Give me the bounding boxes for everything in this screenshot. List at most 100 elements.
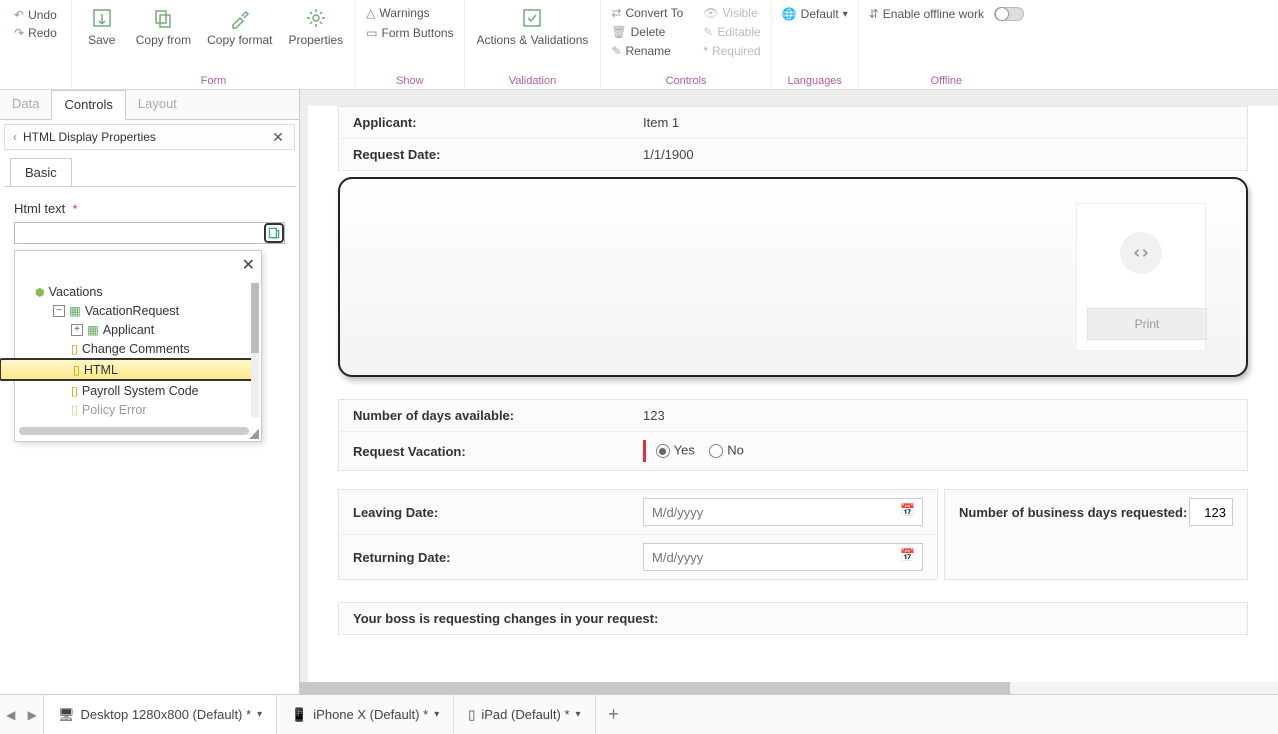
tree-node-vacations[interactable]: ⬢ Vacations (19, 283, 259, 301)
returning-date-label: Returning Date: (353, 550, 643, 565)
tree-node-vacationrequest[interactable]: −▦VacationRequest (19, 301, 259, 320)
calendar-icon[interactable]: 📅 (900, 503, 915, 517)
popup-close-button[interactable]: ✕ (15, 251, 261, 279)
monitor-icon: 🖥 (58, 707, 75, 723)
copy-format-button[interactable]: Copy format (203, 3, 276, 49)
device-tab-iphone[interactable]: 📱 iPhone X (Default) * ▾ (277, 695, 454, 734)
enable-offline-label: Enable offline work (883, 7, 984, 21)
returning-date-input[interactable] (643, 543, 923, 571)
ribbon-group-controls: Controls (609, 73, 762, 87)
data-picker-popup: ✕ ⬢ Vacations −▦VacationRequest +▦Applica… (14, 250, 262, 442)
business-days-input[interactable] (1189, 498, 1233, 526)
device-tab-ipad[interactable]: ▯ iPad (Default) * ▾ (454, 695, 595, 734)
tree-node-html[interactable]: ▯ HTML (0, 358, 259, 381)
device-tab-desktop[interactable]: 🖥 Desktop 1280x800 (Default) * ▾ (44, 695, 277, 734)
editable-label: Editable (717, 25, 760, 39)
ribbon-group-offline: Offline (867, 73, 1026, 87)
chevron-down-icon[interactable]: ▾ (257, 709, 262, 720)
properties-button[interactable]: Properties (284, 3, 347, 49)
redo-label: Redo (28, 26, 57, 40)
visible-button[interactable]: 👁Visible (701, 5, 762, 21)
close-panel-button[interactable]: ✕ (270, 129, 286, 145)
tree-node-payroll[interactable]: ▯Payroll System Code (19, 381, 259, 400)
required-indicator: * (73, 202, 78, 216)
print-button[interactable]: Print (1087, 308, 1207, 340)
days-available-label: Number of days available: (353, 408, 643, 423)
code-icon (1120, 232, 1162, 274)
html-text-input[interactable] (14, 222, 285, 244)
tree-node-applicant[interactable]: +▦Applicant (19, 320, 259, 339)
delete-button[interactable]: 🗑Delete (609, 24, 685, 40)
eye-icon: 👁 (703, 6, 718, 20)
entity-icon: ⬢ (35, 286, 45, 299)
radio-no[interactable] (709, 444, 723, 458)
tree-vscrollbar[interactable] (251, 283, 259, 417)
chevron-down-icon[interactable]: ▾ (576, 709, 581, 720)
copy-format-label: Copy format (207, 33, 272, 47)
copy-from-icon (150, 5, 176, 31)
save-button[interactable]: Save (80, 3, 124, 49)
tree-hscrollbar[interactable] (19, 427, 249, 435)
tab-nav-left[interactable]: ◀ (0, 695, 22, 734)
rename-icon: ✎ (611, 44, 621, 58)
convert-to-button[interactable]: ⇄Convert To (609, 5, 685, 21)
tree-label: VacationRequest (85, 304, 179, 318)
tab-controls[interactable]: Controls (51, 90, 125, 120)
copy-from-label: Copy from (136, 33, 191, 47)
editable-button[interactable]: ✎Editable (701, 24, 762, 40)
required-label: Required (712, 44, 761, 58)
boss-message-label: Your boss is requesting changes in your … (353, 611, 658, 626)
html-display-widget[interactable]: Print (338, 177, 1248, 377)
resize-handle[interactable] (249, 429, 259, 439)
convert-label: Convert To (625, 6, 683, 20)
ribbon: ↶ Undo ↷ Redo Save Copy from Copy format (0, 0, 1278, 90)
tree-label: HTML (84, 363, 118, 377)
add-device-tab[interactable]: + (596, 704, 632, 725)
actions-validations-label: Actions & Validations (477, 33, 589, 47)
offline-toggle[interactable] (994, 7, 1024, 21)
calendar-icon[interactable]: 📅 (900, 548, 915, 562)
device-tab-bar: ◀ ▶ 🖥 Desktop 1280x800 (Default) * ▾ 📱 i… (0, 694, 1278, 734)
check-icon (519, 5, 545, 31)
data-picker-button[interactable] (264, 223, 284, 243)
required-button[interactable]: *Required (701, 43, 762, 59)
copy-from-button[interactable]: Copy from (132, 3, 195, 49)
language-button[interactable]: 🌐 Default ▾ (780, 3, 850, 22)
save-icon (89, 5, 115, 31)
leaving-date-input[interactable] (643, 498, 923, 526)
attr-icon: ▯ (71, 402, 78, 417)
chevron-down-icon[interactable]: ▾ (434, 709, 439, 720)
radio-yes[interactable] (656, 444, 670, 458)
tab-layout[interactable]: Layout (126, 90, 189, 119)
redo-button[interactable]: ↷ Redo (12, 25, 59, 41)
tree-label: Vacations (49, 285, 103, 299)
attr-icon: ▯ (73, 362, 80, 377)
canvas-hscrollbar[interactable] (300, 682, 1278, 694)
actions-validations-button[interactable]: Actions & Validations (473, 3, 593, 49)
tab-data[interactable]: Data (0, 90, 51, 119)
tree-label: Payroll System Code (82, 384, 199, 398)
ribbon-group-validation: Validation (473, 73, 593, 87)
ribbon-group-languages: Languages (780, 73, 850, 87)
tree-node-change-comments[interactable]: ▯Change Comments (19, 339, 259, 358)
rename-button[interactable]: ✎Rename (609, 43, 685, 59)
tree-label: Change Comments (82, 342, 190, 356)
tab-nav-right[interactable]: ▶ (22, 695, 44, 734)
request-vacation-label: Request Vacation: (353, 444, 643, 459)
collapse-icon[interactable]: − (53, 305, 65, 317)
ribbon-group-show: Show (364, 73, 455, 87)
ribbon-group-form: Form (80, 73, 347, 87)
warnings-button[interactable]: △ Warnings (364, 5, 455, 21)
back-icon[interactable]: ‹ (13, 130, 17, 144)
save-label: Save (88, 33, 115, 47)
undo-button[interactable]: ↶ Undo (12, 7, 59, 23)
tree-node-policy-error[interactable]: ▯Policy Error (19, 400, 259, 419)
warnings-label: Warnings (379, 6, 429, 20)
undo-icon: ↶ (14, 8, 24, 22)
enable-offline-button[interactable]: ⇵ Enable offline work (867, 3, 1026, 22)
panel-tab-basic[interactable]: Basic (10, 158, 72, 186)
form-buttons-button[interactable]: ▭ Form Buttons (364, 25, 455, 41)
radio-yes-label: Yes (674, 442, 695, 457)
data-tree: ⬢ Vacations −▦VacationRequest +▦Applicant… (15, 279, 261, 441)
expand-icon[interactable]: + (71, 324, 83, 336)
